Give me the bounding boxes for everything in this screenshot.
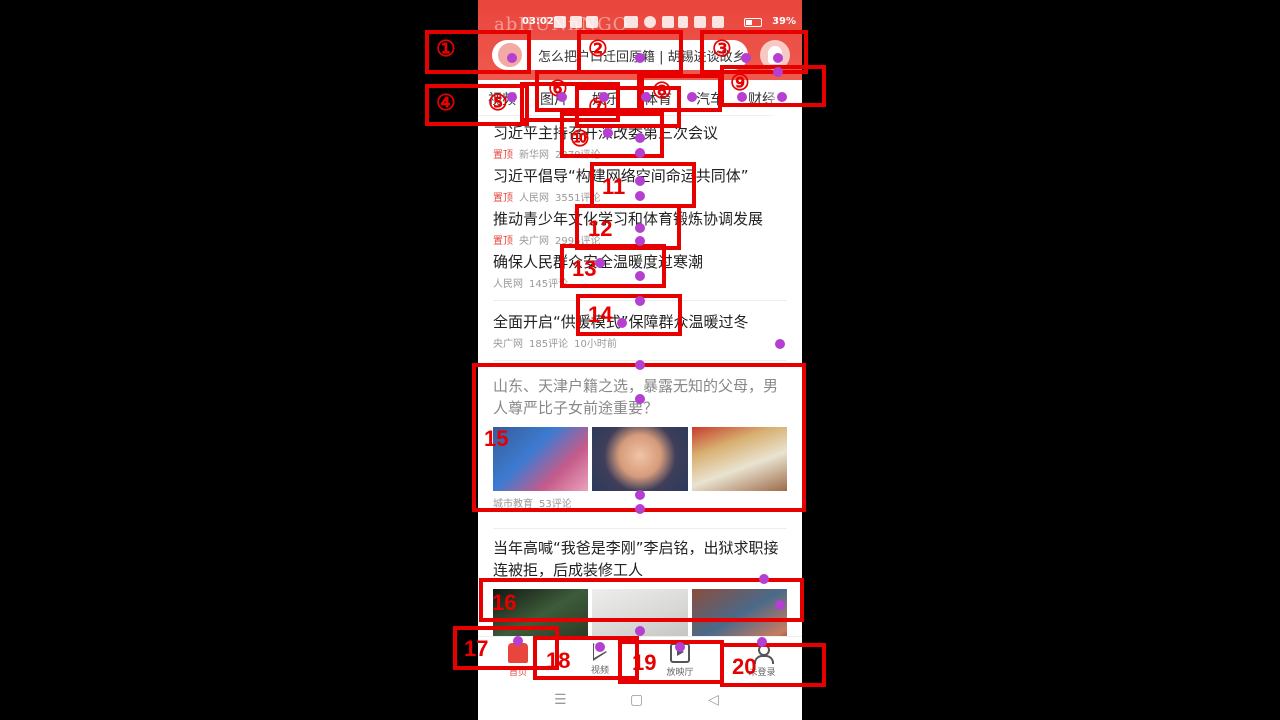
- sim-icon: [712, 16, 724, 28]
- annotation-dot: [507, 53, 517, 63]
- annotation-label: ①: [436, 36, 456, 61]
- news-source: 人民网: [493, 279, 523, 290]
- system-navigation: ☰ ▢ ◁: [478, 684, 802, 720]
- annotation-label: ⑨: [730, 70, 750, 95]
- annotation-dot: [635, 504, 645, 514]
- vpn-icon: [624, 16, 638, 28]
- annotation-dot: [773, 53, 783, 63]
- alarm-icon: [644, 16, 656, 28]
- annotation-label: ⑤: [488, 90, 508, 115]
- annotation-dot: [635, 223, 645, 233]
- news-source: 央广网: [519, 236, 549, 247]
- annotation-label: 13: [572, 256, 597, 281]
- battery-icon: [744, 18, 762, 27]
- battery-level: 39%: [772, 16, 796, 27]
- annotation-label: ③: [712, 36, 732, 61]
- annotation-dot: [635, 133, 645, 143]
- annotation-dot: [635, 296, 645, 306]
- news-source: 央广网: [493, 339, 523, 350]
- pinned-badge: 置顶: [493, 236, 513, 247]
- menu-icon[interactable]: ☰: [554, 692, 567, 708]
- annotation-label: 12: [588, 216, 613, 241]
- pinned-badge: 置顶: [493, 150, 513, 161]
- annotation-label: 18: [546, 648, 571, 673]
- news-comments: 185评论: [529, 339, 569, 350]
- annotation-dot: [635, 191, 645, 201]
- status-time: 03:02: [522, 16, 554, 27]
- annotation-dot: [635, 236, 645, 246]
- annotation-dot: [599, 92, 609, 102]
- news-source: 人民网: [519, 193, 549, 204]
- annotation-label: ②: [588, 36, 608, 61]
- back-icon[interactable]: ◁: [708, 692, 719, 708]
- annotation-dot: [603, 128, 613, 138]
- annotation-label: 16: [492, 590, 517, 615]
- bluetooth-icon: [678, 16, 688, 28]
- annotation-label: ⑩: [570, 126, 590, 151]
- annotation-label: 20: [732, 654, 757, 679]
- annotation-box: [479, 578, 804, 622]
- status-bar: 03:02 39%: [478, 12, 802, 32]
- annotation-dot: [557, 92, 567, 102]
- annotation-dot: [617, 318, 627, 328]
- annotation-dot: [687, 92, 697, 102]
- annotation-dot: [635, 490, 645, 500]
- notification-icon: [586, 16, 598, 28]
- annotation-dot: [595, 258, 605, 268]
- annotation-dot: [635, 148, 645, 158]
- annotation-dot: [635, 394, 645, 404]
- annotation-dot: [641, 92, 651, 102]
- annotation-label: 14: [588, 302, 613, 327]
- annotation-dot: [635, 626, 645, 636]
- annotation-dot: [775, 339, 785, 349]
- home-button-icon[interactable]: ▢: [630, 692, 643, 708]
- annotation-dot: [759, 574, 769, 584]
- annotation-dot: [513, 636, 523, 646]
- annotation-dot: [737, 92, 747, 102]
- annotation-label: 19: [632, 650, 657, 675]
- annotation-dot: [635, 360, 645, 370]
- notification-icon: [554, 16, 566, 28]
- wifi-icon: [694, 16, 706, 28]
- annotation-dot: [775, 600, 785, 610]
- annotation-label: 11: [602, 174, 626, 199]
- notification-icon: [570, 16, 582, 28]
- annotation-label: ④: [436, 90, 456, 115]
- news-title: 当年高喊“我爸是李刚”李启铭，出狱求职接连被拒，后成装修工人: [493, 539, 779, 579]
- annotation-dot: [757, 637, 767, 647]
- annotation-dot: [635, 176, 645, 186]
- annotation-label: 17: [464, 636, 489, 661]
- annotation-dot: [773, 67, 783, 77]
- mute-icon: [662, 16, 674, 28]
- news-time: 10小时前: [574, 339, 617, 350]
- annotation-dot: [675, 642, 685, 652]
- annotation-dot: [741, 53, 751, 63]
- news-meta: 央广网 185评论 10小时前: [493, 335, 787, 350]
- annotation-dot: [595, 642, 605, 652]
- divider: [493, 528, 787, 529]
- news-source: 新华网: [519, 150, 549, 161]
- annotation-label: 15: [484, 426, 509, 451]
- annotation-dot: [635, 53, 645, 63]
- annotation-dot: [777, 92, 787, 102]
- annotation-label: ⑧: [652, 78, 672, 103]
- pinned-badge: 置顶: [493, 193, 513, 204]
- annotation-dot: [635, 271, 645, 281]
- annotation-dot: [507, 92, 517, 102]
